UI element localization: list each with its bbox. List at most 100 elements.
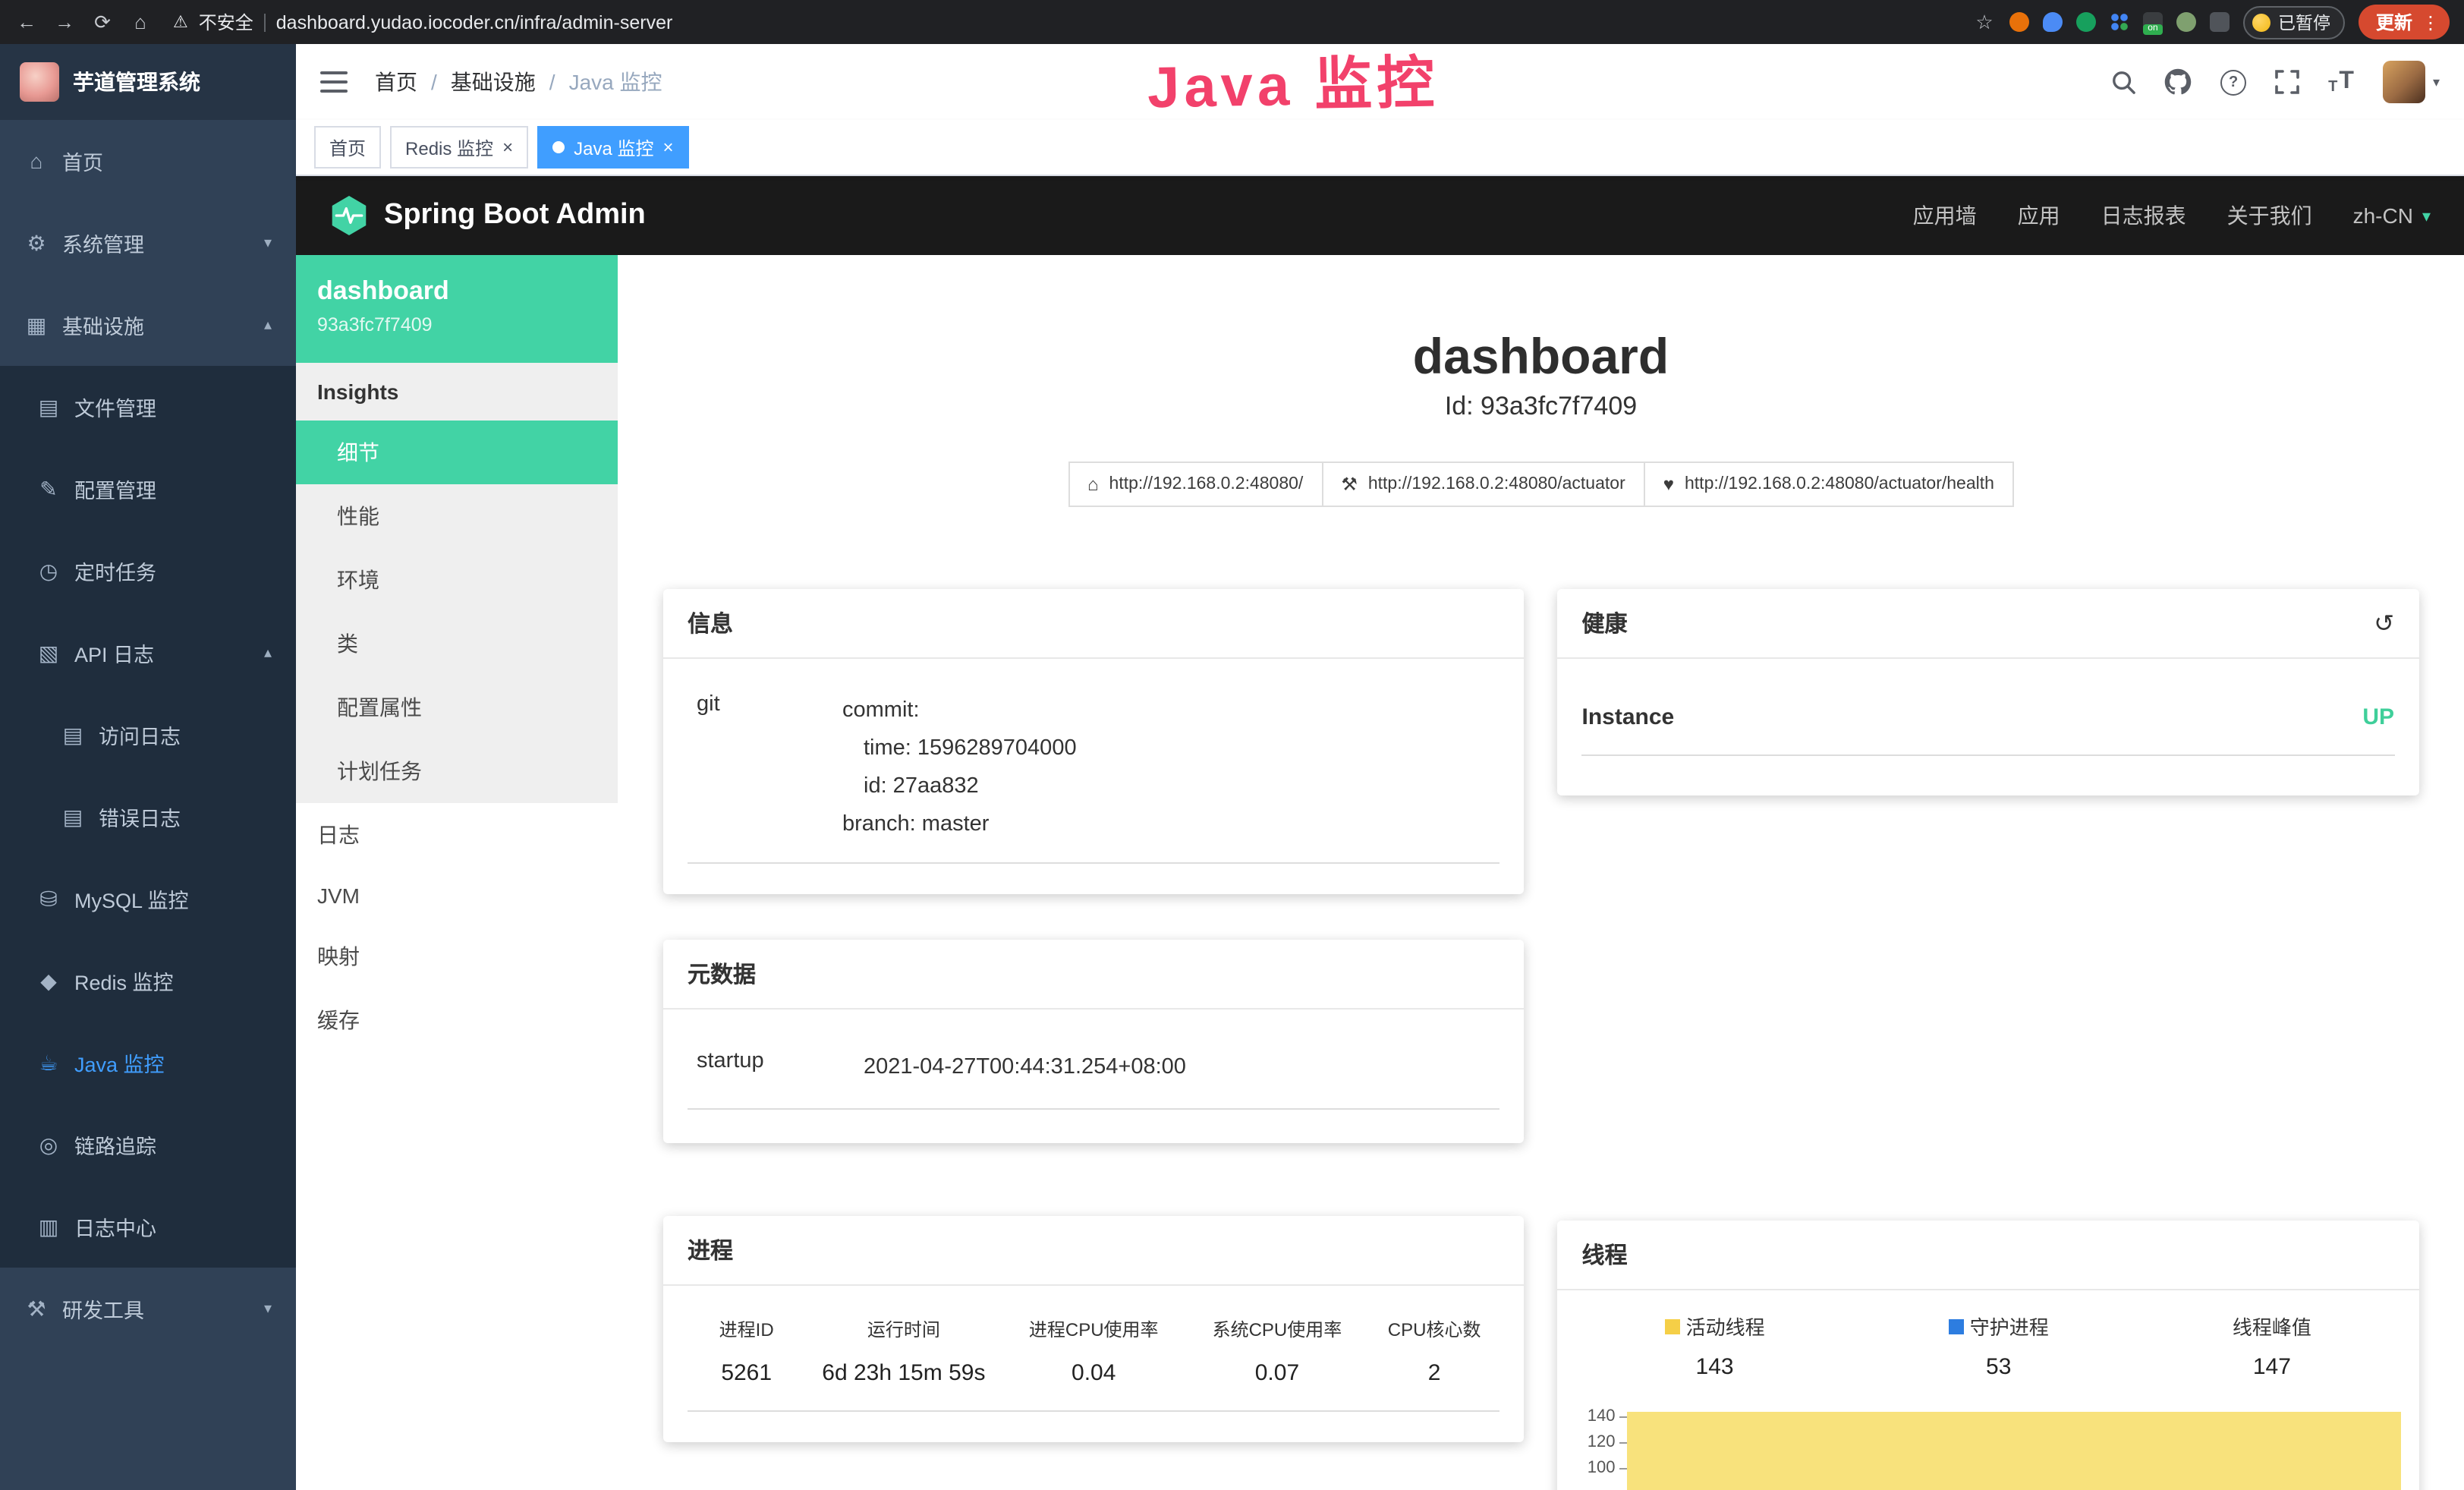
sba-brand[interactable]: Spring Boot Admin xyxy=(329,194,646,237)
url-text[interactable]: dashboard.yudao.iocoder.cn/infra/admin-s… xyxy=(276,11,673,33)
sba-item-mappings[interactable]: 映射 xyxy=(296,925,618,988)
sidebar-item-redis-monitor[interactable]: ◆ Redis 监控 xyxy=(0,940,296,1022)
process-col-header: CPU核心数 xyxy=(1369,1316,1500,1342)
cpu-cores: 2 xyxy=(1369,1360,1500,1386)
sidebar-item-dev-tools[interactable]: ⚒ 研发工具 ▾ xyxy=(0,1268,296,1350)
sidebar-item-system-management[interactable]: ⚙ 系统管理 ▾ xyxy=(0,202,296,284)
locale-select[interactable]: zh-CN ▾ xyxy=(2353,203,2431,228)
update-label: 更新 xyxy=(2376,9,2412,35)
github-icon[interactable] xyxy=(2164,68,2192,96)
sidebar-item-tracing[interactable]: ◎ 链路追踪 xyxy=(0,1104,296,1186)
instance-links: ⌂ http://192.168.0.2:48080/ ⚒ http://192… xyxy=(663,461,2418,507)
extension-icon-5[interactable]: on xyxy=(2143,12,2163,32)
sba-item-classes[interactable]: 类 xyxy=(296,612,618,676)
sidebar-item-mysql-monitor[interactable]: ⛁ MySQL 监控 xyxy=(0,858,296,940)
sidebar-item-label: API 日志 xyxy=(74,638,154,668)
sidebar-item-home[interactable]: ⌂ 首页 xyxy=(0,120,296,202)
help-icon[interactable]: ? xyxy=(2220,69,2246,95)
tab-java-monitor[interactable]: Java 监控 × xyxy=(537,126,688,169)
sidebar-item-infrastructure[interactable]: ▦ 基础设施 ▴ xyxy=(0,284,296,366)
app-logo[interactable]: 芋道管理系统 xyxy=(0,44,296,120)
sidebar-item-java-monitor[interactable]: ☕ Java 监控 xyxy=(0,1022,296,1104)
tab-redis-monitor[interactable]: Redis 监控 × xyxy=(390,126,528,169)
security-warning-icon[interactable]: ⚠ xyxy=(173,12,188,32)
history-icon[interactable]: ↺ xyxy=(2374,608,2394,638)
nav-applications[interactable]: 应用 xyxy=(2018,200,2060,231)
forward-button[interactable]: → xyxy=(53,11,76,33)
nav-about[interactable]: 关于我们 xyxy=(2227,200,2312,231)
sidebar-item-label: 定时任务 xyxy=(74,556,156,586)
paused-extension-badge[interactable]: 已暂停 xyxy=(2243,5,2346,39)
instance-home-link[interactable]: ⌂ http://192.168.0.2:48080/ xyxy=(1068,461,1323,507)
sba-item-environment[interactable]: 环境 xyxy=(296,548,618,612)
close-icon[interactable]: × xyxy=(662,138,673,156)
ytick-label: 120 xyxy=(1588,1433,1616,1451)
nav-journal[interactable]: 日志报表 xyxy=(2101,200,2186,231)
avatar[interactable] xyxy=(2383,61,2425,103)
sidebar-item-label: 日志中心 xyxy=(74,1211,156,1242)
legend-value: 143 xyxy=(1665,1354,1765,1380)
hamburger-menu-icon[interactable] xyxy=(320,67,351,97)
extension-icon-2[interactable] xyxy=(2043,12,2063,32)
sba-item-caches[interactable]: 缓存 xyxy=(296,988,618,1052)
sidebar-item-scheduled-jobs[interactable]: ◷ 定时任务 xyxy=(0,530,296,612)
process-uptime: 6d 23h 15m 59s xyxy=(805,1360,1002,1386)
sidebar-item-label: 访问日志 xyxy=(99,720,181,750)
sidebar-item-file-management[interactable]: ▤ 文件管理 xyxy=(0,366,296,448)
metadata-startup-row: startup 2021-04-27T00:44:31.254+08:00 xyxy=(688,1025,1500,1110)
legend-value: 53 xyxy=(1949,1354,2049,1380)
fullscreen-icon[interactable] xyxy=(2275,70,2299,94)
sba-item-details[interactable]: 细节 xyxy=(296,421,618,484)
sidebar-item-error-logs[interactable]: ▤ 错误日志 xyxy=(0,776,296,858)
health-row-label: Instance xyxy=(1582,704,1675,730)
paused-label: 已暂停 xyxy=(2278,10,2330,34)
extensions-puzzle-icon[interactable] xyxy=(2210,12,2230,32)
extension-icon-4[interactable] xyxy=(2110,12,2129,32)
sba-item-logs[interactable]: 日志 xyxy=(296,803,618,867)
health-instance-row[interactable]: Instance UP xyxy=(1582,677,2395,756)
card-title: 线程 xyxy=(1558,1221,2419,1290)
nav-wallboard[interactable]: 应用墙 xyxy=(1913,200,1977,231)
browser-menu-icon[interactable]: ⋮ xyxy=(2422,11,2440,33)
extension-icon-1[interactable] xyxy=(2009,12,2029,32)
chevron-up-icon: ▴ xyxy=(264,644,272,661)
sba-item-performance[interactable]: 性能 xyxy=(296,484,618,548)
tab-home[interactable]: 首页 xyxy=(314,126,381,169)
user-menu[interactable]: ▾ xyxy=(2383,61,2440,103)
sidebar-item-access-logs[interactable]: ▤ 访问日志 xyxy=(0,694,296,776)
sba-item-scheduled-tasks[interactable]: 计划任务 xyxy=(296,739,618,803)
breadcrumb-home[interactable]: 首页 xyxy=(375,67,417,97)
legend-label: 线程峰值 xyxy=(2233,1312,2311,1340)
sba-item-jvm[interactable]: JVM xyxy=(296,867,618,925)
extension-icon-3[interactable] xyxy=(2076,12,2096,32)
font-size-icon[interactable]: TT xyxy=(2328,68,2354,96)
close-icon[interactable]: × xyxy=(502,138,513,156)
breadcrumb-infrastructure[interactable]: 基础设施 xyxy=(451,67,536,97)
process-col-header: 进程ID xyxy=(688,1316,805,1342)
home-button[interactable]: ⌂ xyxy=(129,11,152,33)
chevron-up-icon: ▴ xyxy=(264,317,272,333)
sba-item-config-props[interactable]: 配置属性 xyxy=(296,676,618,739)
status-badge: UP xyxy=(2362,704,2394,730)
browser-toolbar-right: ☆ on 已暂停 更新 ⋮ xyxy=(1973,5,2449,39)
bookmark-star-icon[interactable]: ☆ xyxy=(1973,10,1996,34)
extension-icon-6[interactable] xyxy=(2176,12,2196,32)
address-bar[interactable]: ⚠ 不安全 dashboard.yudao.iocoder.cn/infra/a… xyxy=(173,9,672,35)
sidebar-item-config-management[interactable]: ✎ 配置管理 xyxy=(0,448,296,530)
wrench-icon: ⚒ xyxy=(1341,474,1358,495)
back-button[interactable]: ← xyxy=(15,11,38,33)
git-id-line: id: 27aa832 xyxy=(842,768,1077,806)
git-commit-line: commit: xyxy=(842,692,1077,730)
process-col-header: 进程CPU使用率 xyxy=(1002,1316,1185,1342)
browser-update-button[interactable]: 更新 ⋮ xyxy=(2359,5,2449,39)
reload-button[interactable]: ⟳ xyxy=(91,10,114,34)
sidebar-item-api-logs[interactable]: ▧ API 日志 ▴ xyxy=(0,612,296,694)
instance-health-link[interactable]: ♥ http://192.168.0.2:48080/actuator/heal… xyxy=(1644,461,2014,507)
threads-card: 线程 活动线程 143 xyxy=(1558,1221,2419,1490)
search-icon[interactable] xyxy=(2111,70,2135,94)
sidebar-item-log-center[interactable]: ▥ 日志中心 xyxy=(0,1186,296,1268)
sba-app-name: dashboard xyxy=(317,276,596,307)
sba-app-header[interactable]: dashboard 93a3fc7f7409 xyxy=(296,255,618,363)
file-icon: ▤ xyxy=(36,394,61,420)
instance-actuator-link[interactable]: ⚒ http://192.168.0.2:48080/actuator xyxy=(1321,461,1644,507)
